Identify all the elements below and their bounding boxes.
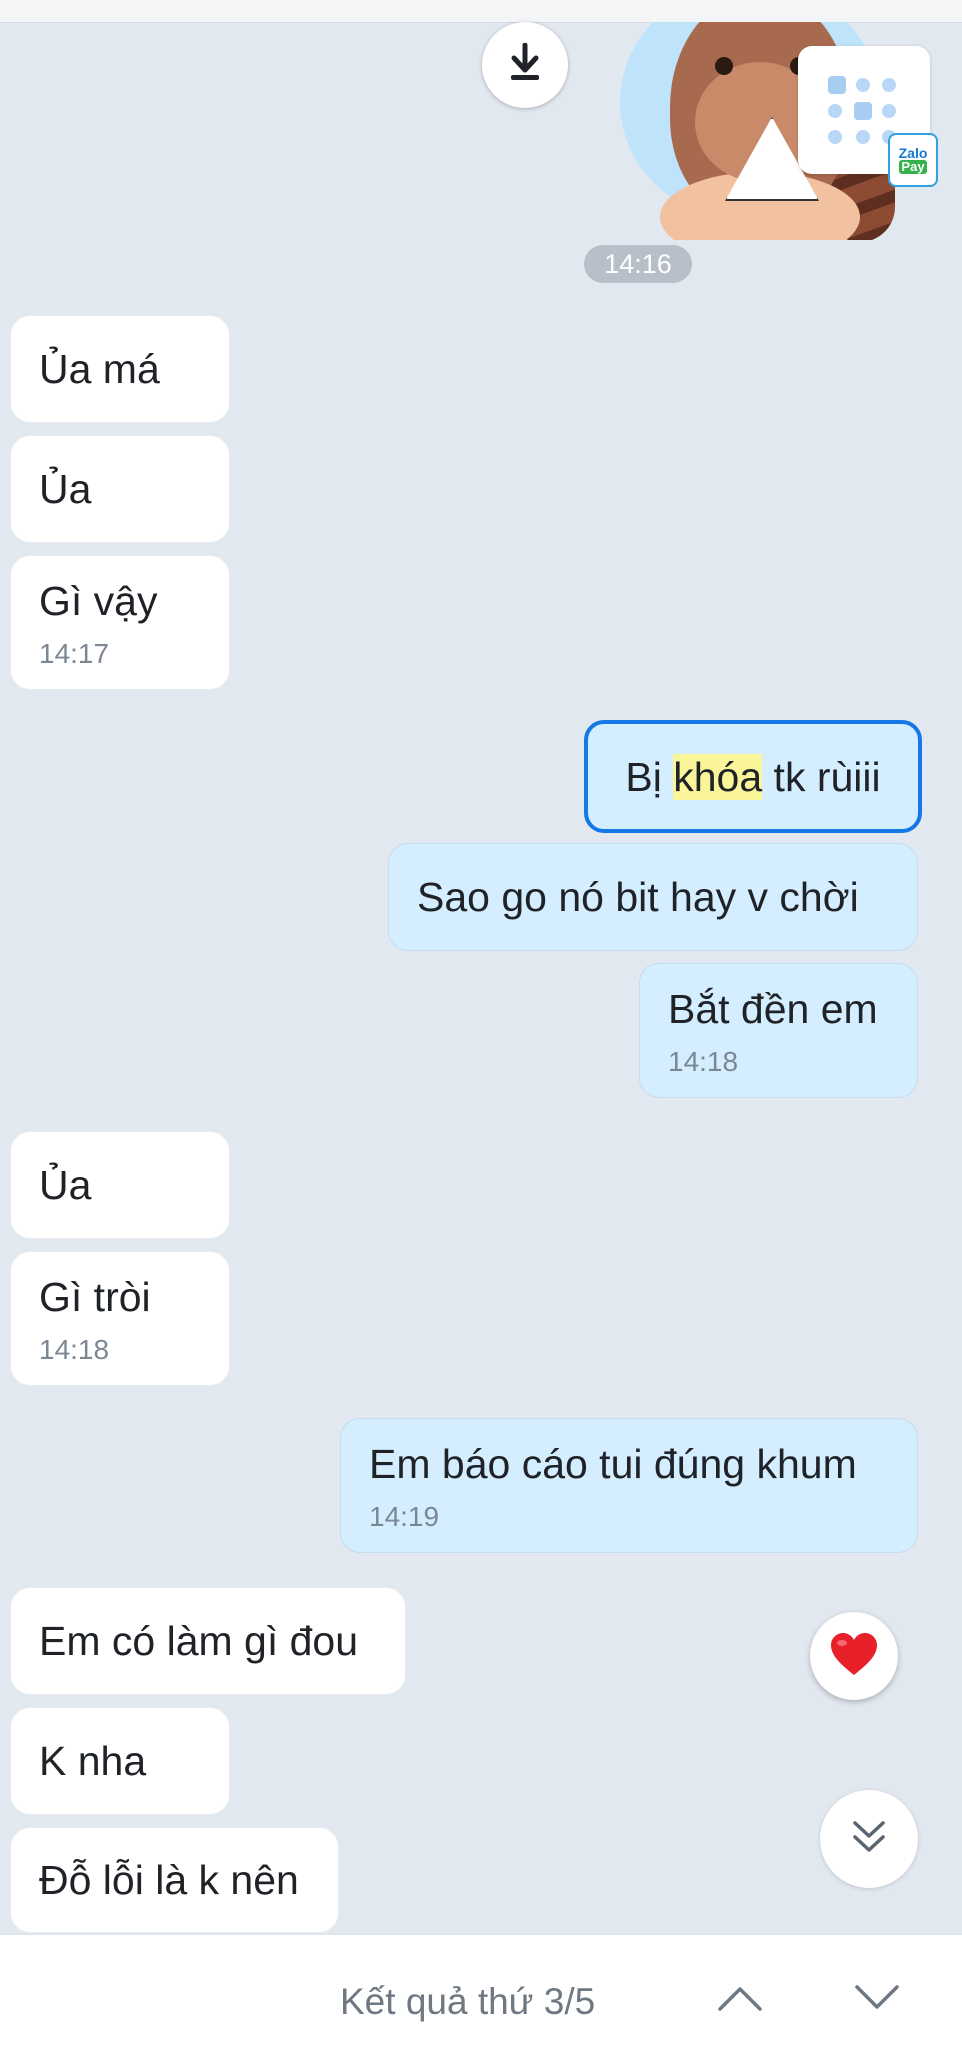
message-text: K nha: [39, 1738, 147, 1784]
message-text: Em có làm gì đou: [39, 1618, 359, 1664]
message-text: Gì tròi: [39, 1273, 151, 1320]
message-text: Đỗ lỗi là k nên: [39, 1857, 299, 1903]
download-icon: [507, 42, 543, 88]
message-text: Ủa má: [39, 346, 160, 392]
message-timestamp: 14:18: [668, 1045, 739, 1077]
zalopay-logo-line2: Pay: [899, 159, 927, 174]
message-timestamp: 14:19: [369, 1500, 440, 1532]
reaction-button[interactable]: [810, 1612, 898, 1700]
download-button[interactable]: [482, 22, 568, 108]
message-bubble-incoming[interactable]: Đỗ lỗi là k nên: [10, 1827, 339, 1933]
scroll-to-bottom-button[interactable]: [820, 1790, 918, 1888]
message-bubble-outgoing[interactable]: Bắt đền em 14:18: [639, 963, 918, 1098]
chevron-down-icon: [854, 1984, 900, 2017]
time-divider: 14:16: [584, 245, 692, 283]
message-text: Gì vậy: [39, 577, 158, 624]
next-result-button[interactable]: [842, 1965, 912, 2035]
message-bubble-outgoing[interactable]: Sao go nó bit hay v chời: [388, 843, 918, 951]
previous-result-button[interactable]: [705, 1965, 775, 2035]
message-bubble-outgoing-selected[interactable]: Bị khóa tk rùiii: [584, 720, 922, 833]
message-timestamp: 14:18: [39, 1333, 110, 1365]
message-bubble-outgoing[interactable]: Em báo cáo tui đúng khum 14:19: [340, 1418, 918, 1553]
double-chevron-down-icon: [849, 1817, 889, 1862]
message-text: Ủa: [39, 1162, 92, 1208]
message-bubble-incoming[interactable]: Ủa: [10, 435, 230, 543]
search-result-bar: Kết quả thứ 3/5: [0, 1934, 962, 2068]
search-highlight: khóa: [673, 753, 763, 800]
message-bubble-incoming[interactable]: Ủa má: [10, 315, 230, 423]
message-text: Bắt đền em: [668, 985, 878, 1032]
chevron-up-icon: [717, 1984, 763, 2017]
message-text: Em báo cáo tui đúng khum: [369, 1440, 857, 1487]
message-timestamp: 14:17: [39, 637, 110, 669]
message-bubble-incoming[interactable]: K nha: [10, 1707, 230, 1815]
message-text: Ủa: [39, 466, 92, 512]
message-text: Sao go nó bit hay v chời: [417, 874, 859, 920]
zalopay-logo-line1: Zalo: [898, 145, 928, 161]
message-bubble-incoming[interactable]: Gì tròi 14:18: [10, 1251, 230, 1386]
message-bubble-incoming[interactable]: Em có làm gì đou: [10, 1587, 406, 1695]
message-text: Bị khóa tk rùiii: [625, 753, 881, 800]
zalopay-logo: Zalo Pay: [888, 133, 938, 187]
message-bubble-incoming[interactable]: Ủa: [10, 1131, 230, 1239]
message-bubble-incoming[interactable]: Gì vậy 14:17: [10, 555, 230, 690]
heart-icon: [829, 1631, 879, 1682]
top-bar: [0, 0, 962, 23]
search-result-label: Kết quả thứ 3/5: [340, 1981, 596, 2022]
